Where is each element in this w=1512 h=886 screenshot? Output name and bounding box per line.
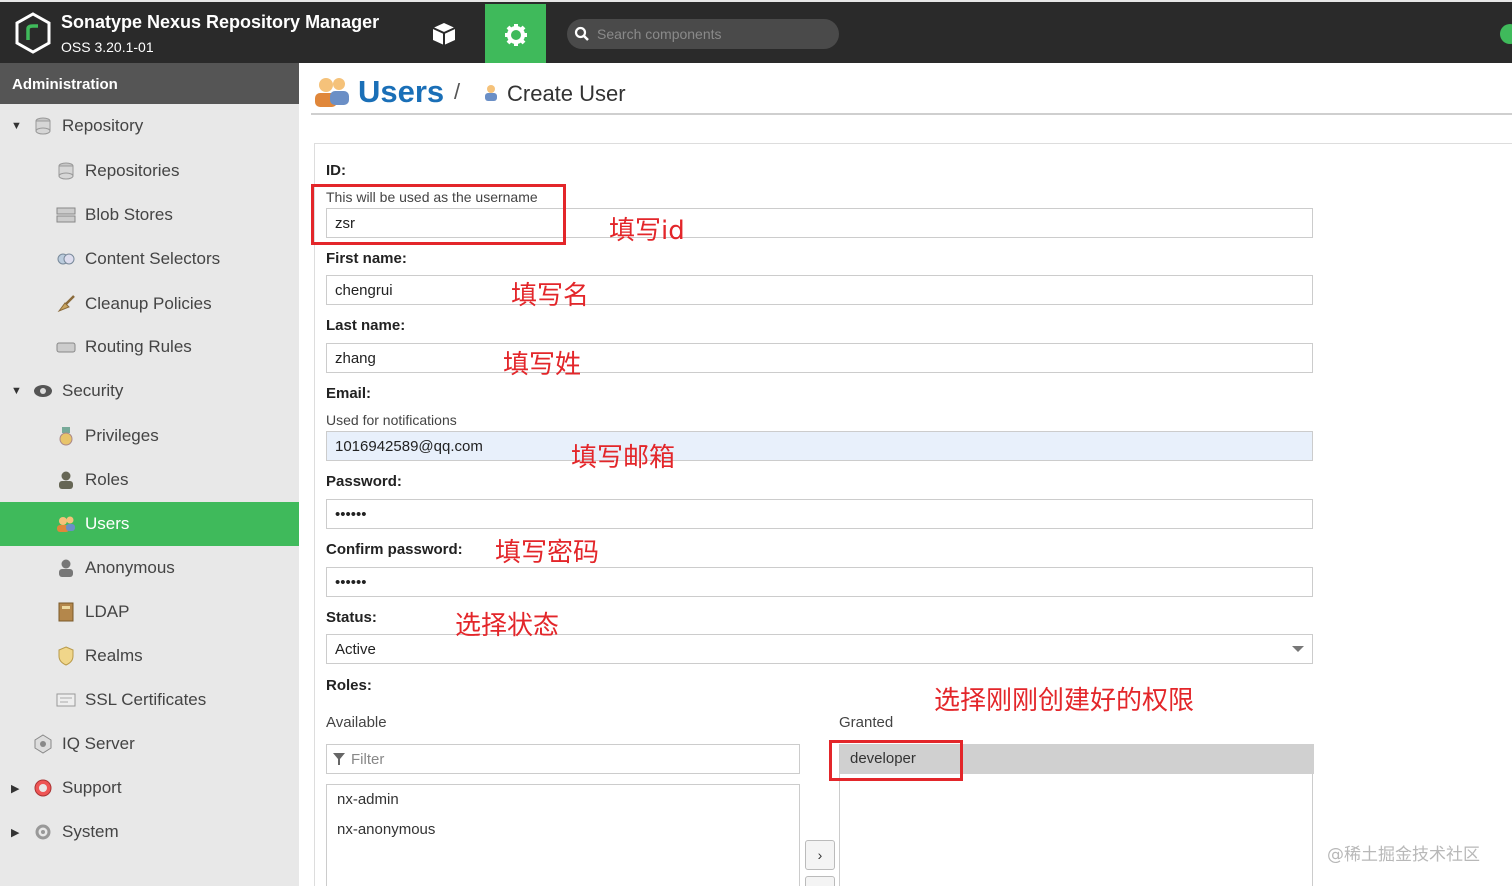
id-label: ID: [326, 162, 346, 179]
expand-caret-icon[interactable]: ▶ [11, 826, 23, 839]
top-header: Sonatype Nexus Repository Manager OSS 3.… [0, 0, 1512, 65]
watermark: @稀土掘金技术社区 [1327, 845, 1480, 865]
anonymous-icon [56, 558, 76, 578]
breadcrumb-users-link[interactable]: Users [358, 74, 444, 110]
sidebar-item-realms[interactable]: Realms [0, 634, 299, 678]
selector-icon [56, 249, 76, 269]
confirm-password-label: Confirm password: [326, 541, 463, 558]
lifebuoy-icon [33, 778, 53, 798]
database-icon [56, 161, 76, 181]
sidebar-item-users[interactable]: Users [0, 502, 299, 546]
search-icon [574, 26, 589, 41]
server-icon [56, 205, 76, 225]
last-name-label: Last name: [326, 317, 406, 334]
gear-icon [33, 822, 53, 842]
last-name-field[interactable]: zhang [326, 343, 1313, 373]
email-field[interactable]: 1016942589@qq.com [326, 431, 1313, 461]
filter-placeholder: Filter [351, 751, 385, 768]
breadcrumb-create-user: Create User [507, 81, 626, 106]
expand-caret-icon[interactable]: ▼ [11, 120, 23, 132]
status-value: Active [335, 641, 376, 658]
app-version: OSS 3.20.1-01 [61, 39, 154, 55]
annotation-id: 填写id [609, 216, 685, 246]
sidebar-item-repositories[interactable]: Repositories [0, 149, 299, 193]
sidebar-item-cleanup-policies[interactable]: Cleanup Policies [0, 282, 299, 326]
roles-label: Roles: [326, 677, 372, 694]
annotation-password: 填写密码 [495, 538, 600, 568]
sidebar: Administration ▼ Repository Repositories… [0, 63, 299, 886]
sidebar-item-roles[interactable]: Roles [0, 458, 299, 502]
available-roles-list: nx-admin nx-anonymous [326, 784, 800, 886]
sidebar-item-system[interactable]: ▶ System [0, 810, 299, 854]
iq-icon [33, 734, 53, 754]
sidebar-item-routing-rules[interactable]: Routing Rules [0, 325, 299, 369]
granted-roles-title: Granted [839, 714, 894, 731]
sidebar-item-ldap[interactable]: LDAP [0, 590, 299, 634]
sidebar-item-anonymous[interactable]: Anonymous [0, 546, 299, 590]
browse-button[interactable] [414, 4, 474, 63]
email-help-text: Used for notifications [326, 412, 457, 428]
cube-icon [432, 22, 456, 45]
breadcrumb-separator: / [454, 79, 461, 104]
sidebar-item-security[interactable]: ▼ Security [0, 369, 299, 413]
database-icon [33, 116, 53, 136]
list-item[interactable]: nx-admin [337, 791, 399, 808]
password-field[interactable]: •••••• [326, 499, 1313, 529]
password-label: Password: [326, 473, 402, 490]
nexus-logo-icon[interactable] [14, 12, 52, 54]
list-item[interactable]: nx-anonymous [337, 821, 435, 838]
sidebar-item-blob-stores[interactable]: Blob Stores [0, 193, 299, 237]
move-left-button[interactable] [805, 876, 835, 886]
status-label: Status: [326, 609, 377, 626]
users-icon [313, 75, 351, 114]
first-name-field[interactable]: chengrui [326, 275, 1313, 305]
sidebar-item-content-selectors[interactable]: Content Selectors [0, 237, 299, 281]
sidebar-item-privileges[interactable]: Privileges [0, 414, 299, 458]
users-icon [56, 514, 76, 534]
annotation-email: 填写邮箱 [571, 443, 676, 473]
annotation-roles: 选择刚刚创建好的权限 [934, 686, 1195, 716]
role-icon [56, 470, 76, 490]
status-check-icon[interactable] [1500, 24, 1512, 44]
expand-caret-icon[interactable]: ▶ [11, 782, 23, 795]
sidebar-item-ssl-certificates[interactable]: SSL Certificates [0, 678, 299, 722]
available-roles-title: Available [326, 714, 387, 731]
book-icon [56, 602, 76, 622]
chevron-down-icon[interactable] [1292, 646, 1304, 652]
sidebar-item-support[interactable]: ▶ Support [0, 766, 299, 810]
gear-icon [504, 23, 527, 46]
routing-icon [56, 337, 76, 357]
annotation-box-role [829, 740, 963, 781]
annotation-first-name: 填写名 [511, 281, 590, 311]
sidebar-heading: Administration [0, 63, 299, 104]
first-name-label: First name: [326, 250, 407, 267]
move-right-button[interactable]: › [805, 840, 835, 870]
email-label: Email: [326, 385, 372, 402]
user-icon [483, 84, 499, 107]
breadcrumb: Users / Create User [311, 63, 1512, 115]
annotation-status: 选择状态 [455, 611, 560, 641]
search-bar [567, 19, 839, 49]
shield-icon [56, 646, 76, 666]
medal-icon [56, 426, 76, 446]
expand-caret-icon[interactable]: ▼ [11, 385, 23, 397]
annotation-last-name: 填写姓 [503, 350, 582, 380]
filter-icon [333, 753, 345, 765]
administration-button[interactable] [485, 4, 546, 65]
certificate-icon [56, 690, 76, 710]
confirm-password-field[interactable]: •••••• [326, 567, 1313, 597]
roles-filter-input[interactable]: Filter [326, 744, 800, 774]
annotation-box-id [311, 184, 566, 245]
sidebar-item-iq-server[interactable]: IQ Server [0, 722, 299, 766]
eye-icon [33, 381, 53, 401]
app-title: Sonatype Nexus Repository Manager [61, 12, 380, 32]
broom-icon [56, 294, 76, 314]
sidebar-item-repository[interactable]: ▼ Repository [0, 104, 299, 148]
search-input[interactable] [597, 23, 827, 45]
